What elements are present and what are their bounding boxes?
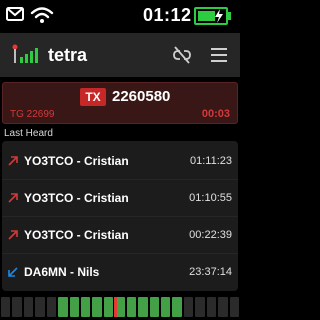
meter-segment: [126, 297, 137, 317]
heard-time: 01:10:55: [189, 192, 232, 204]
mail-icon: [6, 7, 24, 21]
app-title: tetra: [48, 45, 88, 65]
list-item[interactable]: DA6MN - Nils 23:37:14: [2, 254, 238, 291]
app-header: tetra: [0, 33, 240, 77]
list-item[interactable]: YO3TCO - Cristian 00:22:39: [2, 217, 238, 254]
battery-level: [198, 11, 215, 21]
tx-radio-id: 2260580: [112, 88, 171, 105]
heard-time: 01:11:23: [189, 155, 232, 167]
arrow-up-right-icon: [8, 156, 18, 166]
meter-segment: [103, 297, 114, 317]
tx-badge: TX: [80, 88, 106, 106]
meter-segment: [229, 297, 239, 317]
meter-segment: [195, 297, 205, 317]
battery-tip: [228, 12, 231, 20]
meter-segment: [161, 297, 171, 317]
meter-segment: [1, 297, 11, 317]
heard-time: 23:37:14: [189, 266, 232, 278]
clock: 01:12: [143, 5, 192, 25]
meter-segment: [58, 297, 68, 317]
callsign-name: YO3TCO - Cristian: [24, 154, 129, 168]
wifi-icon: [30, 7, 54, 23]
meter-segment: [149, 297, 159, 317]
hamburger-menu-icon[interactable]: [210, 48, 228, 62]
meter-segment: [138, 297, 148, 317]
meter-segment: [206, 297, 217, 317]
status-bar: 01:12: [0, 0, 240, 32]
tx-talkgroup: TG 22699: [10, 109, 55, 120]
antenna-signal-icon: [12, 44, 38, 63]
meter-segment: [183, 297, 194, 317]
last-heard-label: Last Heard: [4, 128, 53, 139]
list-item[interactable]: YO3TCO - Cristian 01:11:23: [2, 143, 238, 180]
arrow-up-right-icon: [8, 193, 18, 203]
signal-level-meter: [0, 297, 240, 317]
unlink-icon[interactable]: [173, 46, 191, 64]
arrow-down-left-icon: [8, 267, 18, 277]
meter-marker: [114, 297, 118, 317]
meter-segment: [12, 297, 22, 317]
callsign-name: YO3TCO - Cristian: [24, 228, 129, 242]
callsign-name: DA6MN - Nils: [24, 265, 100, 279]
meter-segment: [23, 297, 34, 317]
tx-status-card: TX 2260580 TG 22699 00:03: [2, 82, 238, 124]
meter-segment: [81, 297, 91, 317]
meter-segment: [35, 297, 45, 317]
meter-segment: [218, 297, 228, 317]
arrow-up-right-icon: [8, 230, 18, 240]
meter-segment: [69, 297, 79, 317]
meter-segment: [92, 297, 102, 317]
callsign-name: YO3TCO - Cristian: [24, 191, 129, 205]
list-item[interactable]: YO3TCO - Cristian 01:10:55: [2, 180, 238, 217]
meter-segment: [46, 297, 57, 317]
last-heard-list: YO3TCO - Cristian 01:11:23 YO3TCO - Cris…: [2, 141, 238, 291]
meter-segment: [172, 297, 182, 317]
tx-timer: 00:03: [201, 108, 230, 120]
heard-time: 00:22:39: [189, 229, 232, 241]
battery-icon: [194, 7, 228, 25]
charging-bolt-icon: [215, 9, 223, 23]
